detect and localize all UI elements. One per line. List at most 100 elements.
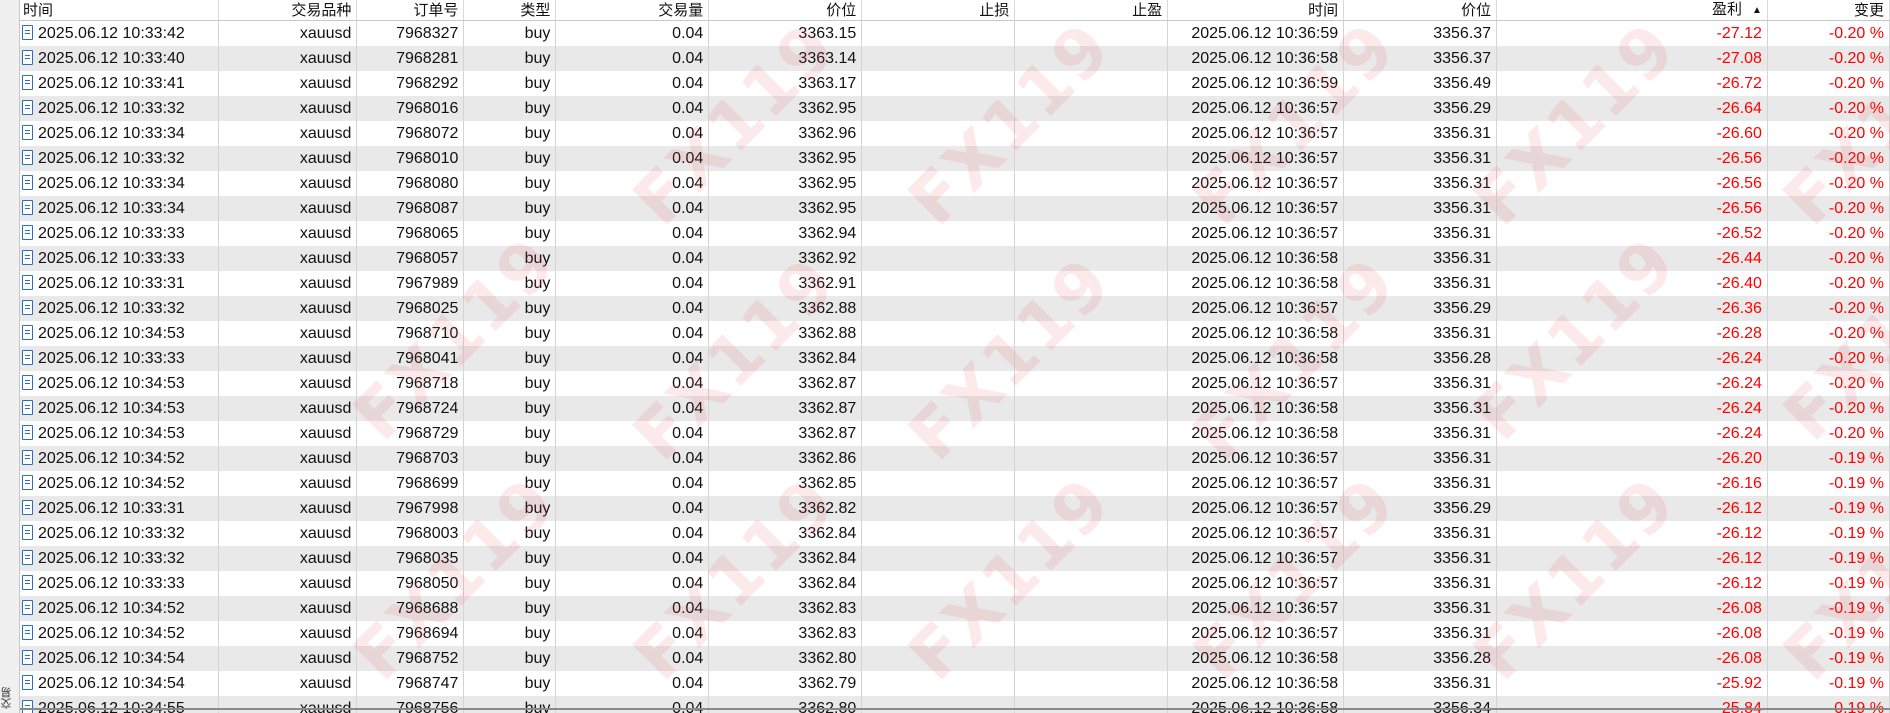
table-row[interactable]: 2025.06.12 10:34:53 xauusd 7968718 buy 0.04 3… bbox=[20, 371, 1890, 396]
table-row[interactable]: 2025.06.12 10:33:32 xauusd 7968035 buy 0.04 3… bbox=[20, 546, 1890, 571]
table-row[interactable]: 2025.06.12 10:34:52 xauusd 7968703 buy 0.04 3… bbox=[20, 446, 1890, 471]
col-header-change[interactable]: 变更 bbox=[1767, 0, 1890, 21]
cell-close-price: 3356.31 bbox=[1343, 596, 1498, 621]
cell-order: 7968087 bbox=[356, 196, 465, 221]
side-panel-strip[interactable]: 交易 bbox=[0, 0, 20, 713]
table-row[interactable]: 2025.06.12 10:34:55 xauusd 7968756 buy 0.04 3… bbox=[20, 696, 1890, 713]
cell-close-time: 2025.06.12 10:36:57 bbox=[1167, 571, 1345, 596]
cell-change: -0.19 % bbox=[1767, 471, 1890, 496]
table-row[interactable]: 2025.06.12 10:33:33 xauusd 7968057 buy 0.04 3… bbox=[20, 246, 1890, 271]
col-header-stop-loss[interactable]: 止损 bbox=[861, 0, 1016, 21]
cell-order: 7968327 bbox=[356, 20, 465, 46]
cell-close-price: 3356.31 bbox=[1343, 196, 1498, 221]
table-row[interactable]: 2025.06.12 10:33:32 xauusd 7968010 buy 0.04 3… bbox=[20, 146, 1890, 171]
open-time-text: 2025.06.12 10:34:52 bbox=[38, 450, 185, 467]
open-time-text: 2025.06.12 10:33:34 bbox=[38, 125, 185, 142]
cell-profit: -25.84 bbox=[1496, 696, 1768, 713]
cell-close-time: 2025.06.12 10:36:58 bbox=[1167, 246, 1345, 271]
col-header-type[interactable]: 类型 bbox=[463, 0, 557, 21]
cell-profit: -26.56 bbox=[1496, 171, 1768, 196]
cell-change: -0.19 % bbox=[1767, 571, 1890, 596]
col-header-order[interactable]: 订单号 bbox=[356, 0, 465, 21]
table-row[interactable]: 2025.06.12 10:34:53 xauusd 7968724 buy 0.04 3… bbox=[20, 396, 1890, 421]
cell-change: -0.20 % bbox=[1767, 271, 1890, 296]
cell-volume: 0.04 bbox=[555, 446, 710, 471]
col-header-open-time[interactable]: 时间 bbox=[20, 0, 220, 21]
cell-change: -0.19 % bbox=[1767, 596, 1890, 621]
cell-order: 7968703 bbox=[356, 446, 465, 471]
cell-stop-loss bbox=[861, 146, 1016, 171]
table-row[interactable]: 2025.06.12 10:33:40 xauusd 7968281 buy 0.04 3… bbox=[20, 46, 1890, 71]
table-row[interactable]: 2025.06.12 10:34:52 xauusd 7968688 buy 0.04 3… bbox=[20, 596, 1890, 621]
cell-order: 7968072 bbox=[356, 121, 465, 146]
cell-close-time: 2025.06.12 10:36:58 bbox=[1167, 671, 1345, 696]
cell-change: -0.19 % bbox=[1767, 496, 1890, 521]
cell-volume: 0.04 bbox=[555, 46, 710, 71]
col-header-symbol[interactable]: 交易品种 bbox=[218, 0, 358, 21]
table-row[interactable]: 2025.06.12 10:33:33 xauusd 7968065 buy 0.04 3… bbox=[20, 221, 1890, 246]
cell-open-price: 3362.95 bbox=[708, 171, 863, 196]
cell-symbol: xauusd bbox=[218, 521, 358, 546]
cell-type: buy bbox=[463, 221, 557, 246]
table-row[interactable]: 2025.06.12 10:34:52 xauusd 7968699 buy 0.04 3… bbox=[20, 471, 1890, 496]
cell-profit: -26.64 bbox=[1496, 96, 1768, 121]
cell-change: -0.19 % bbox=[1767, 671, 1890, 696]
table-row[interactable]: 2025.06.12 10:33:31 xauusd 7967998 buy 0.04 3… bbox=[20, 496, 1890, 521]
cell-open-time: 2025.06.12 10:34:53 bbox=[20, 321, 220, 346]
col-header-profit[interactable]: 盈利 ▲ bbox=[1496, 0, 1768, 21]
cell-open-price: 3362.87 bbox=[708, 396, 863, 421]
cell-profit: -26.52 bbox=[1496, 221, 1768, 246]
col-header-open-price[interactable]: 价位 bbox=[708, 0, 863, 21]
table-row[interactable]: 2025.06.12 10:33:31 xauusd 7967989 buy 0.04 3… bbox=[20, 271, 1890, 296]
table-row[interactable]: 2025.06.12 10:34:52 xauusd 7968694 buy 0.04 3… bbox=[20, 621, 1890, 646]
cell-order: 7968756 bbox=[356, 696, 465, 713]
col-header-take-profit[interactable]: 止盈 bbox=[1014, 0, 1169, 21]
trade-record-icon bbox=[22, 100, 33, 115]
cell-symbol: xauusd bbox=[218, 346, 358, 371]
table-row[interactable]: 2025.06.12 10:33:41 xauusd 7968292 buy 0.04 3… bbox=[20, 71, 1890, 96]
cell-order: 7968080 bbox=[356, 171, 465, 196]
table-row[interactable]: 2025.06.12 10:33:32 xauusd 7968003 buy 0.04 3… bbox=[20, 521, 1890, 546]
table-row[interactable]: 2025.06.12 10:34:54 xauusd 7968752 buy 0.04 3… bbox=[20, 646, 1890, 671]
table-row[interactable]: 2025.06.12 10:33:33 xauusd 7968050 buy 0.04 3… bbox=[20, 571, 1890, 596]
table-row[interactable]: 2025.06.12 10:33:34 xauusd 7968087 buy 0.04 3… bbox=[20, 196, 1890, 221]
cell-change: -0.19 % bbox=[1767, 446, 1890, 471]
table-row[interactable]: 2025.06.12 10:34:53 xauusd 7968729 buy 0.04 3… bbox=[20, 421, 1890, 446]
cell-symbol: xauusd bbox=[218, 46, 358, 71]
table-row[interactable]: 2025.06.12 10:33:32 xauusd 7968016 buy 0.04 3… bbox=[20, 96, 1890, 121]
cell-change: -0.20 % bbox=[1767, 71, 1890, 96]
open-time-text: 2025.06.12 10:33:34 bbox=[38, 175, 185, 192]
cell-open-time: 2025.06.12 10:33:33 bbox=[20, 571, 220, 596]
cell-close-time: 2025.06.12 10:36:57 bbox=[1167, 171, 1345, 196]
cell-open-time: 2025.06.12 10:34:55 bbox=[20, 696, 220, 713]
table-row[interactable]: 2025.06.12 10:33:33 xauusd 7968041 buy 0.04 3… bbox=[20, 346, 1890, 371]
cell-type: buy bbox=[463, 146, 557, 171]
cell-take-profit bbox=[1014, 646, 1169, 671]
cell-open-time: 2025.06.12 10:33:34 bbox=[20, 121, 220, 146]
col-header-close-price[interactable]: 价位 bbox=[1343, 0, 1498, 21]
cell-take-profit bbox=[1014, 20, 1169, 46]
col-header-volume[interactable]: 交易量 bbox=[555, 0, 710, 21]
table-row[interactable]: 2025.06.12 10:33:34 xauusd 7968080 buy 0.04 3… bbox=[20, 171, 1890, 196]
table-row[interactable]: 2025.06.12 10:34:54 xauusd 7968747 buy 0.04 3… bbox=[20, 671, 1890, 696]
cell-open-price: 3362.92 bbox=[708, 246, 863, 271]
cell-symbol: xauusd bbox=[218, 596, 358, 621]
table-row[interactable]: 2025.06.12 10:34:53 xauusd 7968710 buy 0.04 3… bbox=[20, 321, 1890, 346]
cell-symbol: xauusd bbox=[218, 196, 358, 221]
open-time-text: 2025.06.12 10:34:53 bbox=[38, 375, 185, 392]
cell-symbol: xauusd bbox=[218, 621, 358, 646]
cell-close-price: 3356.28 bbox=[1343, 346, 1498, 371]
table-row[interactable]: 2025.06.12 10:33:34 xauusd 7968072 buy 0.04 3… bbox=[20, 121, 1890, 146]
cell-change: -0.20 % bbox=[1767, 196, 1890, 221]
cell-close-price: 3356.31 bbox=[1343, 546, 1498, 571]
table-row[interactable]: 2025.06.12 10:33:42 xauusd 7968327 buy 0.04 3… bbox=[20, 20, 1890, 46]
cell-open-price: 3362.84 bbox=[708, 571, 863, 596]
cell-change: -0.19 % bbox=[1767, 696, 1890, 713]
col-header-close-time[interactable]: 时间 bbox=[1167, 0, 1345, 21]
table-row[interactable]: 2025.06.12 10:33:32 xauusd 7968025 buy 0.04 3… bbox=[20, 296, 1890, 321]
open-time-text: 2025.06.12 10:34:54 bbox=[38, 675, 185, 692]
cell-symbol: xauusd bbox=[218, 371, 358, 396]
cell-type: buy bbox=[463, 271, 557, 296]
cell-close-time: 2025.06.12 10:36:57 bbox=[1167, 96, 1345, 121]
cell-close-time: 2025.06.12 10:36:59 bbox=[1167, 20, 1345, 46]
